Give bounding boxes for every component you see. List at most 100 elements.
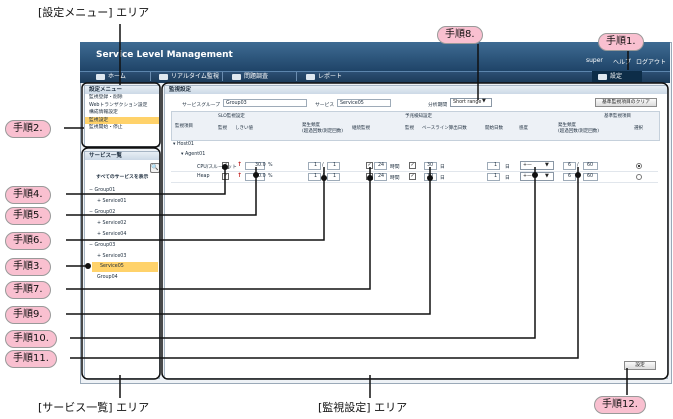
callout-step5: 手順5. <box>5 207 51 225</box>
service-label: サービス <box>315 103 335 108</box>
search-icon[interactable]: 🔍 <box>150 163 160 173</box>
up-arrow-icon[interactable]: ↑ <box>237 162 242 168</box>
baseline-unit: 日 <box>440 176 445 181</box>
continuous-checkbox[interactable] <box>366 162 373 169</box>
clear-base-item-button[interactable]: 基準監視項目のクリア <box>595 98 657 107</box>
callout-step10: 手順10. <box>5 330 57 348</box>
nav-separator <box>222 72 223 81</box>
header-occurrence-sub: (超過回数/測定回数) <box>302 129 344 134</box>
start-unit: 日 <box>505 176 510 181</box>
occurrence2-b: 60 <box>587 163 594 168</box>
monitoring-area-label: [監視設定] エリア <box>318 401 408 414</box>
slash: / <box>577 163 579 168</box>
forecast-checkbox[interactable] <box>409 173 416 180</box>
tree-service[interactable]: + Service03 <box>97 252 126 262</box>
home-icon <box>96 73 105 80</box>
tree-group[interactable]: − Group02 <box>89 208 115 218</box>
header-item: 監視項目 <box>175 124 193 129</box>
chevron-down-icon: ▼ <box>482 98 486 104</box>
slash: / <box>322 174 324 179</box>
header-forecast: 予兆検知設定 <box>405 114 432 119</box>
tree-service[interactable]: + Service02 <box>97 219 126 229</box>
slash: / <box>577 174 579 179</box>
nav-report[interactable]: レポート <box>306 72 342 81</box>
settings-menu-panel: 設定メニュー 監視登録・削除 Webトランザクション設定 構成情報設定 監視設定… <box>84 85 160 147</box>
callout-step1: 手順1. <box>598 33 644 51</box>
callout-step12: 手順12. <box>594 396 646 414</box>
service-value: Service05 <box>340 101 364 106</box>
period-label: 分析期間 <box>428 103 448 108</box>
tree-service[interactable]: + Service04 <box>97 230 126 240</box>
app-title: Service Level Management <box>96 50 233 60</box>
callout-step2: 手順2. <box>5 120 51 138</box>
callout-step8: 手順8. <box>437 26 483 44</box>
base-item-radio[interactable] <box>636 163 642 169</box>
start-unit: 日 <box>505 165 510 170</box>
menu-item-monitoring-settings[interactable]: 監視設定 <box>85 116 159 124</box>
monitoring-title: 監視設定 <box>165 86 667 94</box>
occurrence-b: 1 <box>333 163 337 168</box>
service-group-value: Group03 <box>226 101 247 106</box>
menu-item-configuration[interactable]: 構成情報設定 <box>85 109 159 117</box>
occurrence-a: 1 <box>314 174 318 179</box>
help-link[interactable]: ヘルプ <box>613 57 631 66</box>
callout-step7: 手順7. <box>5 281 51 299</box>
menu-item-web-transaction[interactable]: Webトランザクション設定 <box>85 102 159 110</box>
chevron-down-icon: ▼ <box>545 173 549 179</box>
up-arrow-icon[interactable]: ↑ <box>237 173 242 179</box>
save-button[interactable]: 設定 <box>624 361 656 370</box>
callout-step6: 手順6. <box>5 232 51 250</box>
slo-watch-checkbox[interactable] <box>222 162 229 169</box>
header-watch: 監視 <box>218 126 227 131</box>
tree-service[interactable]: + Service01 <box>97 197 126 207</box>
start-value: 1 <box>494 174 498 179</box>
occurrence-a: 1 <box>314 163 318 168</box>
continuous-checkbox[interactable] <box>366 173 373 180</box>
occurrence2-a: 6 <box>568 174 572 179</box>
alert-icon <box>232 73 241 80</box>
header-threshold: しきい値 <box>235 126 253 131</box>
report-icon <box>306 73 315 80</box>
threshold-value: 30.0 <box>255 163 266 168</box>
header-continuous: 継続監視 <box>352 126 370 131</box>
nav-investigation[interactable]: 問題調査 <box>232 72 268 81</box>
baseline-value: 30 <box>427 174 434 179</box>
tree-group[interactable]: Group04 <box>97 273 118 283</box>
tree-agent[interactable]: ▾ Agent01 <box>181 152 205 157</box>
callout-step3: 手順3. <box>5 258 51 276</box>
settings-menu-title: 設定メニュー <box>85 86 159 94</box>
tree-group[interactable]: − Group03 <box>89 241 115 251</box>
tree-group[interactable]: − Group01 <box>89 186 115 196</box>
nav-separator <box>296 72 297 81</box>
service-list-area-label: [サービス一覧] エリア <box>38 401 150 414</box>
slo-watch-checkbox[interactable] <box>222 173 229 180</box>
forecast-checkbox[interactable] <box>409 162 416 169</box>
tree-host[interactable]: ▾ Host01 <box>173 142 194 147</box>
occurrence-b: 1 <box>333 174 337 179</box>
nav-settings[interactable]: 設定 <box>598 72 622 81</box>
header-sensitivity: 感度 <box>519 126 528 131</box>
continuous-unit: 時間 <box>390 176 400 181</box>
menu-item-start-stop[interactable]: 監視開始・停止 <box>85 124 159 132</box>
nav-home[interactable]: ホーム <box>96 72 126 81</box>
logout-link[interactable]: ログアウト <box>636 57 666 66</box>
service-group-label: サービスグループ <box>182 103 221 108</box>
callout-step4: 手順4. <box>5 186 51 204</box>
continuous-value: 24 <box>378 174 385 179</box>
show-all-services-link[interactable]: すべてのサービスを表示 <box>96 173 148 183</box>
start-value: 1 <box>494 163 498 168</box>
baseline-value: 30 <box>427 163 434 168</box>
header-base-item: 基準監視項目 <box>604 114 631 119</box>
base-item-radio[interactable] <box>636 174 642 180</box>
callout-step9: 手順9. <box>5 306 51 324</box>
header-start-days: 開始日数 <box>485 126 503 131</box>
user-name: super <box>586 57 603 64</box>
menu-item-registration[interactable]: 監視登録・削除 <box>85 94 159 102</box>
continuous-value: 24 <box>378 163 385 168</box>
row-name: Heap <box>197 174 210 179</box>
header-occurrence-2-sub: (超過回数/測定回数) <box>558 129 600 134</box>
nav-realtime[interactable]: リアルタイム監視 <box>159 72 219 81</box>
monitor-icon <box>159 73 168 80</box>
threshold-unit: % <box>268 163 273 168</box>
tree-service-selected[interactable]: Service05 <box>92 262 158 272</box>
